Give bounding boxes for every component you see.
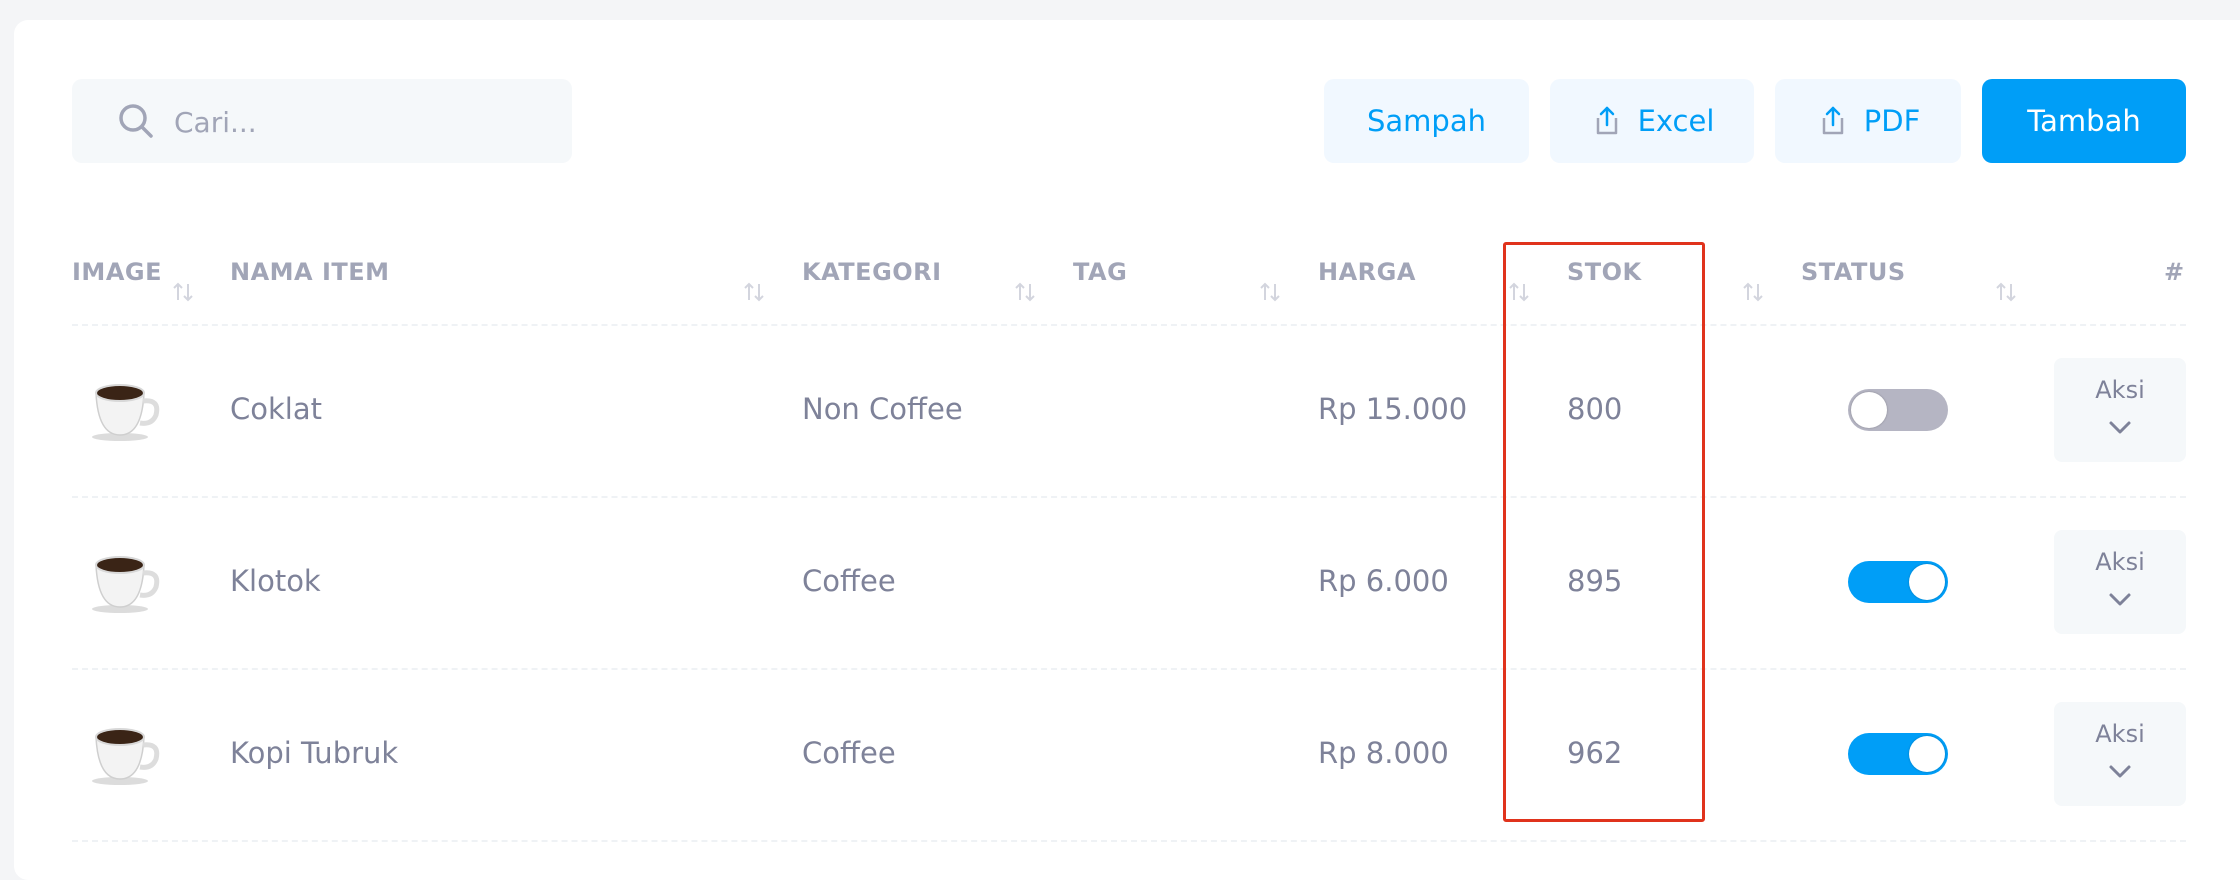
- column-header-actions: #: [2164, 258, 2185, 286]
- trash-button[interactable]: Sampah: [1324, 79, 1529, 163]
- item-price: Rp 6.000: [1318, 564, 1449, 598]
- export-pdf-button[interactable]: PDF: [1775, 79, 1961, 163]
- row-divider: [72, 840, 2186, 842]
- item-name: Klotok: [230, 564, 321, 598]
- column-header-tag[interactable]: TAG: [1073, 258, 1127, 286]
- item-category: Coffee: [802, 736, 896, 770]
- sort-arrows-icon[interactable]: [1994, 280, 2018, 304]
- add-button-label: Tambah: [2027, 104, 2141, 138]
- column-header-status[interactable]: STATUS: [1801, 258, 1906, 286]
- trash-button-label: Sampah: [1367, 104, 1486, 138]
- sort-arrows-icon[interactable]: [1013, 280, 1037, 304]
- sort-arrows-icon[interactable]: [1741, 280, 1765, 304]
- actions-label: Aksi: [2095, 376, 2145, 404]
- actions-label: Aksi: [2095, 548, 2145, 576]
- actions-label: Aksi: [2095, 720, 2145, 748]
- chevron-down-icon: [2109, 421, 2131, 434]
- chevron-down-icon: [2109, 765, 2131, 778]
- item-category: Non Coffee: [802, 392, 963, 426]
- coffee-cup-icon: [92, 556, 160, 613]
- export-excel-button[interactable]: Excel: [1550, 79, 1754, 163]
- excel-button-label: Excel: [1637, 104, 1715, 138]
- status-toggle[interactable]: [1848, 733, 1948, 775]
- add-button[interactable]: Tambah: [1982, 79, 2186, 163]
- coffee-cup-icon: [92, 384, 160, 441]
- sort-arrows-icon[interactable]: [171, 280, 195, 304]
- item-price: Rp 15.000: [1318, 392, 1468, 426]
- column-header-category[interactable]: KATEGORI: [802, 258, 942, 286]
- row-divider: [72, 324, 2186, 326]
- toggle-knob: [1909, 564, 1945, 600]
- actions-menu-button[interactable]: Aksi: [2054, 702, 2186, 806]
- item-price: Rp 8.000: [1318, 736, 1449, 770]
- status-toggle[interactable]: [1848, 389, 1948, 431]
- row-divider: [72, 496, 2186, 498]
- item-name: Coklat: [230, 392, 322, 426]
- export-icon: [1596, 106, 1617, 135]
- search-icon: [119, 104, 153, 138]
- actions-menu-button[interactable]: Aksi: [2054, 530, 2186, 634]
- column-header-price[interactable]: HARGA: [1318, 258, 1416, 286]
- item-name: Kopi Tubruk: [230, 736, 399, 770]
- coffee-cup-icon: [92, 728, 160, 785]
- toggle-knob: [1851, 392, 1887, 428]
- actions-menu-button[interactable]: Aksi: [2054, 358, 2186, 462]
- column-header-image[interactable]: IMAGE: [72, 258, 162, 286]
- status-toggle[interactable]: [1848, 561, 1948, 603]
- export-icon: [1822, 106, 1843, 135]
- toggle-knob: [1909, 736, 1945, 772]
- sort-arrows-icon[interactable]: [742, 280, 766, 304]
- sort-arrows-icon[interactable]: [1258, 280, 1282, 304]
- stock-column-highlight: [1503, 242, 1705, 822]
- row-divider: [72, 668, 2186, 670]
- item-category: Coffee: [802, 564, 896, 598]
- search-box[interactable]: [72, 79, 572, 163]
- column-header-name[interactable]: NAMA ITEM: [230, 258, 390, 286]
- pdf-button-label: PDF: [1863, 104, 1921, 138]
- chevron-down-icon: [2109, 593, 2131, 606]
- search-input[interactable]: [172, 97, 556, 147]
